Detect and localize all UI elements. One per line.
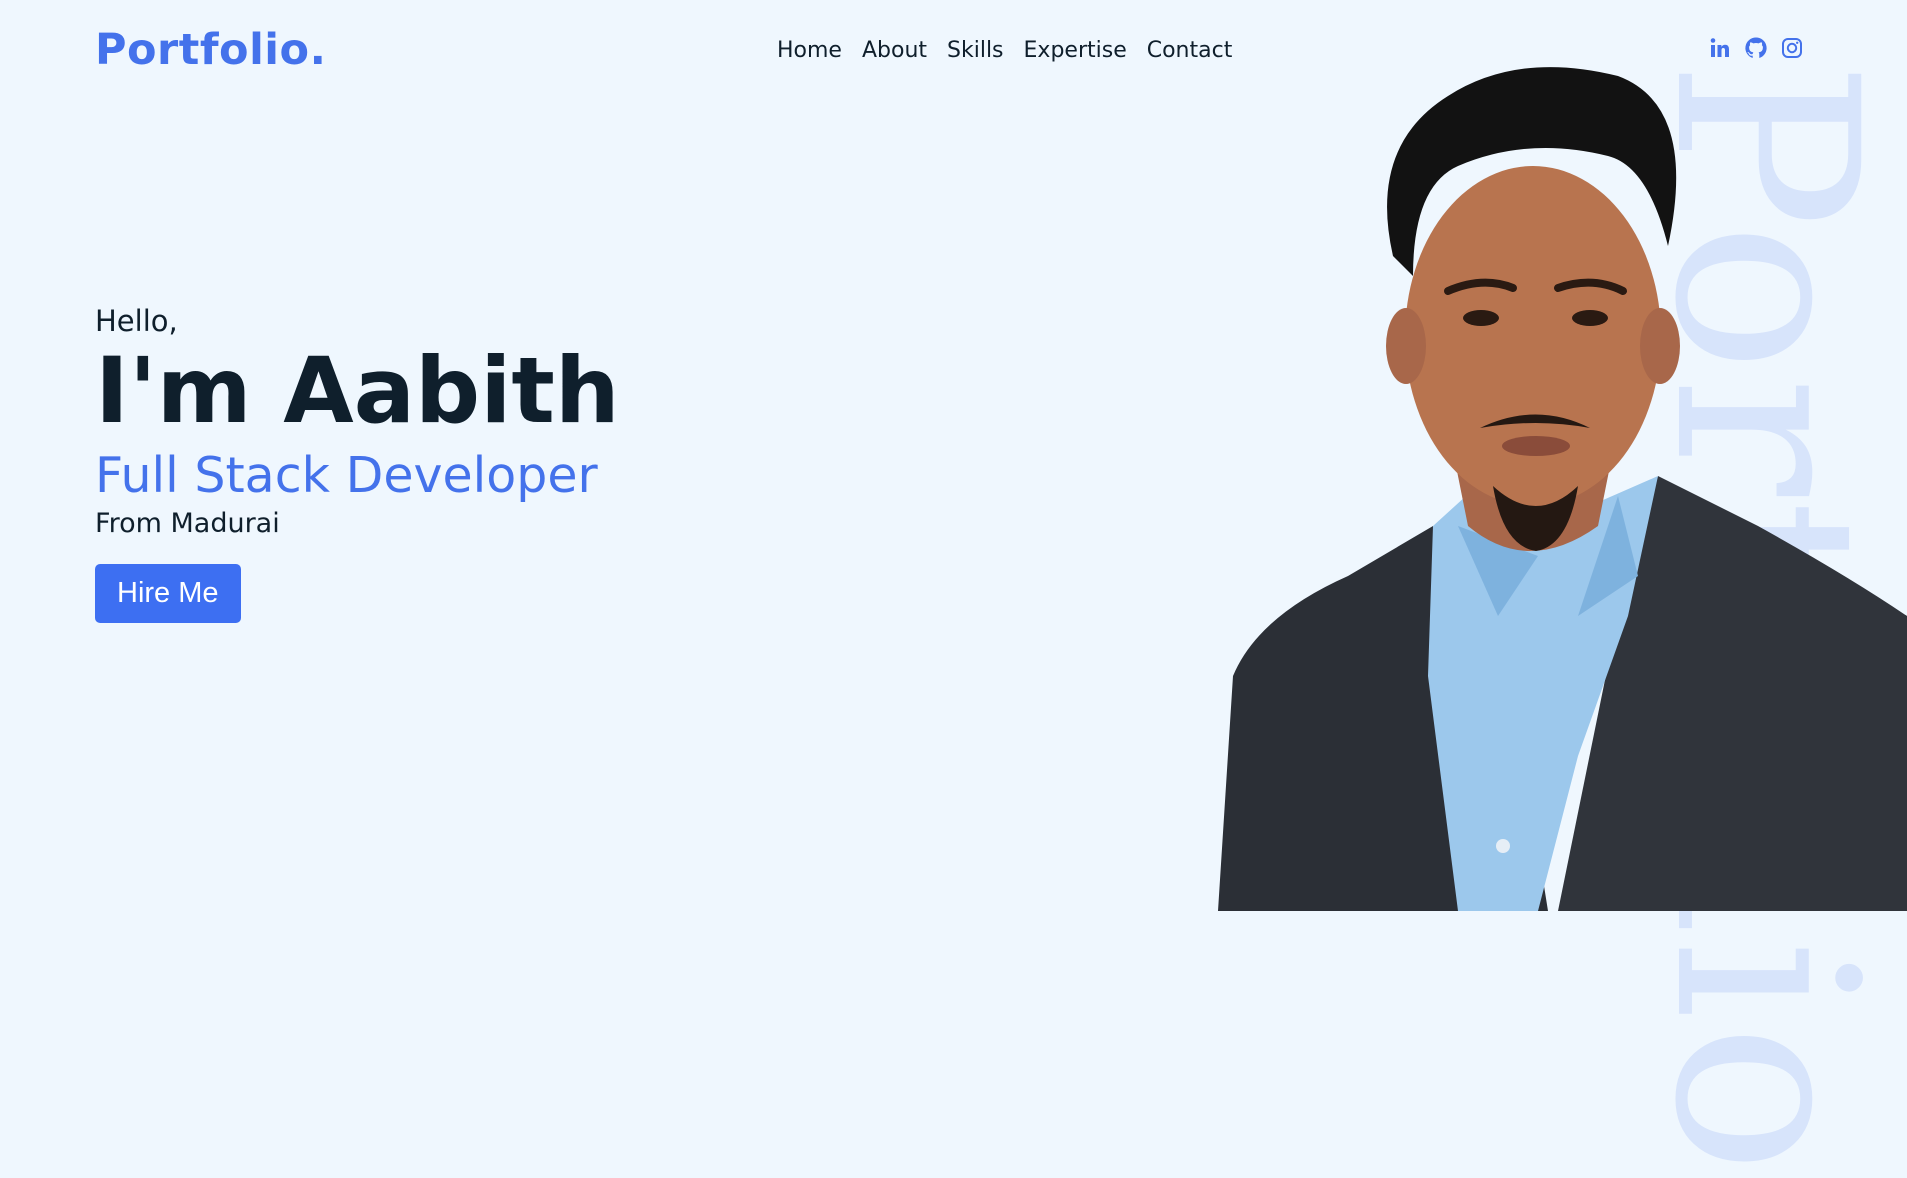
nav-link-expertise[interactable]: Expertise xyxy=(1024,36,1127,66)
profile-photo xyxy=(1198,56,1907,911)
hero-location: From Madurai xyxy=(95,508,280,539)
nav-menu: Home About Skills Expertise Contact xyxy=(777,36,1232,66)
navbar: Portfolio. Home About Skills Expertise C… xyxy=(0,0,1907,100)
nav-link-home[interactable]: Home xyxy=(777,36,842,66)
site-logo[interactable]: Portfolio. xyxy=(95,22,326,78)
social-links xyxy=(1708,36,1804,60)
hire-me-button[interactable]: Hire Me xyxy=(95,564,241,623)
hero-section: Hello, I'm Aabith Full Stack Developer F… xyxy=(95,302,620,623)
nav-link-contact[interactable]: Contact xyxy=(1147,36,1233,66)
linkedin-icon[interactable] xyxy=(1708,36,1732,60)
github-icon[interactable] xyxy=(1744,36,1768,60)
hero-name: I'm Aabith xyxy=(95,339,620,444)
nav-link-about[interactable]: About xyxy=(862,36,927,66)
hero-greeting: Hello, xyxy=(95,304,178,338)
hero-role: Full Stack Developer xyxy=(95,447,598,504)
nav-link-skills[interactable]: Skills xyxy=(947,36,1004,66)
instagram-icon[interactable] xyxy=(1780,36,1804,60)
